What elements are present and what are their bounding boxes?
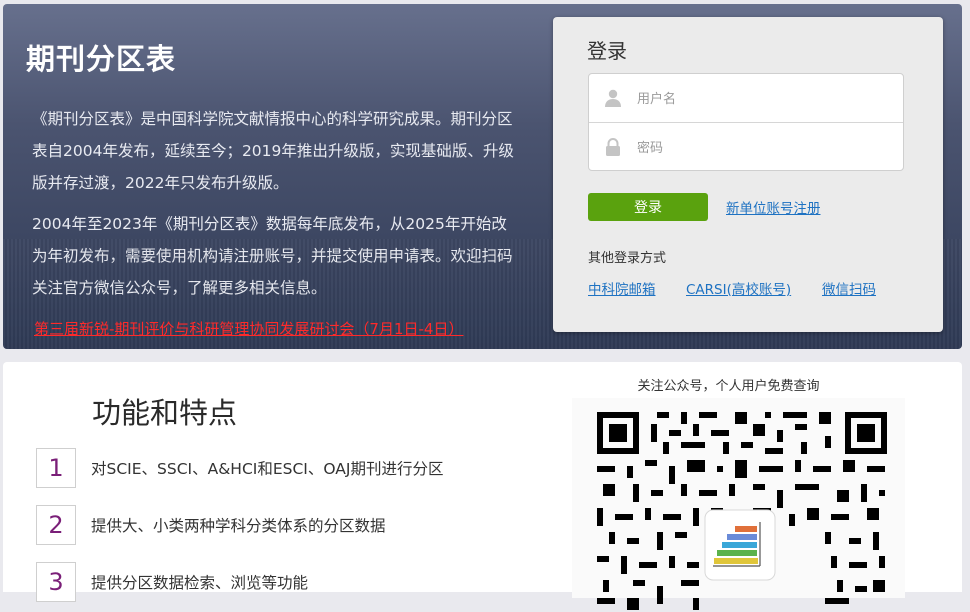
login-button[interactable]: 登录: [588, 193, 708, 221]
login-panel: 登录 登录 新单位账号注册 其他登录方式 中科院邮箱 CARSI(高校账号) 微…: [553, 17, 943, 332]
feature-text: 提供分区数据检索、浏览等功能: [91, 574, 309, 592]
lock-icon: [606, 138, 620, 156]
intro-paragraph-1: 《期刊分区表》是中国科学院文献情报中心的科学研究成果。期刊分区表自2004年发布…: [32, 110, 514, 192]
user-icon: [605, 89, 621, 107]
features-title: 功能和特点: [92, 396, 238, 430]
register-link[interactable]: 新单位账号注册: [726, 197, 821, 217]
features-section: 功能和特点 1 对SCIE、SSCI、A&HCI和ESCI、OAJ期刊进行分区 …: [3, 362, 962, 610]
carsi-login-link[interactable]: CARSI(高校账号): [686, 278, 791, 298]
qr-caption: 关注公众号，个人用户免费查询: [637, 379, 820, 394]
feature-text: 提供大、小类两种学科分类体系的分区数据: [91, 517, 386, 535]
username-input[interactable]: [635, 82, 879, 116]
intro-paragraph-2: 2004年至2023年《期刊分区表》数据每年底发布，从2025年开始改为年初发布…: [32, 215, 513, 297]
feature-number: 3: [36, 562, 76, 602]
wechat-qr-code: [597, 412, 887, 610]
event-link[interactable]: 第三届新锐-期刊评价与科研管理协同发展研讨会（7月1日-4日）: [34, 318, 463, 339]
other-login-title: 其他登录方式: [588, 251, 667, 266]
feature-number: 1: [36, 448, 76, 488]
feature-number: 2: [36, 505, 76, 545]
feature-text: 对SCIE、SSCI、A&HCI和ESCI、OAJ期刊进行分区: [91, 460, 444, 478]
login-fields: [588, 73, 904, 171]
username-row: [589, 74, 903, 123]
login-title: 登录: [587, 39, 627, 63]
site-title: 期刊分区表: [26, 42, 177, 76]
password-input[interactable]: [635, 131, 879, 165]
cas-email-login-link[interactable]: 中科院邮箱: [588, 278, 656, 298]
password-row: [589, 123, 903, 171]
bar-chart-logo: [704, 509, 776, 581]
qr-container: [572, 398, 905, 610]
wechat-login-link[interactable]: 微信扫码: [822, 278, 876, 298]
